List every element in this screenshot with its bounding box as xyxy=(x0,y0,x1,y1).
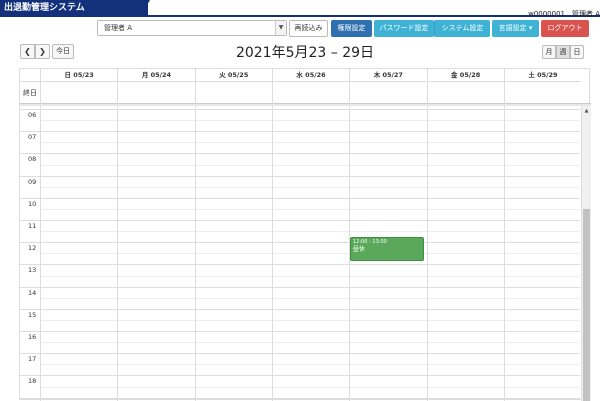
user-info: w0000001 管理者 A xyxy=(528,10,600,18)
half-hour-line xyxy=(40,364,580,366)
hour-line xyxy=(20,109,580,110)
hour-line xyxy=(20,331,580,332)
hour-label: 12 xyxy=(28,244,37,253)
reload-button[interactable]: 再読込み xyxy=(289,20,328,37)
allday-cell[interactable] xyxy=(117,82,194,104)
allday-cell[interactable] xyxy=(40,82,117,104)
hour-line xyxy=(20,286,580,288)
day-header: 火 05/25 xyxy=(194,69,272,82)
week-calendar-grid: 日 05/23 月 05/24 火 05/25 水 05/26 木 05/27 金 05/… xyxy=(19,68,591,401)
calendar-title: 2021年5月23 – 29日 xyxy=(235,45,375,61)
hour-label: 09 xyxy=(28,177,37,186)
hour-line xyxy=(20,175,580,177)
hour-line xyxy=(20,153,580,155)
half-hour-line xyxy=(40,208,580,210)
hour-label: 14 xyxy=(28,288,37,297)
password-settings-button[interactable]: パスワード設定 xyxy=(374,20,434,37)
hour-label: 17 xyxy=(28,355,37,364)
scroll-thumb[interactable] xyxy=(583,209,590,401)
half-hour-line xyxy=(40,319,580,321)
language-settings-button[interactable]: 言語設定 ▾ xyxy=(492,20,539,37)
hour-label: 18 xyxy=(28,377,37,386)
permission-settings-button[interactable]: 権限設定 xyxy=(331,20,372,37)
half-hour-line xyxy=(40,342,580,344)
hour-label: 10 xyxy=(28,199,37,208)
allday-cell[interactable] xyxy=(349,82,426,104)
hour-line xyxy=(20,264,580,266)
scroll-up-arrow-icon[interactable]: ▲ xyxy=(582,107,591,115)
system-settings-button[interactable]: システム設定 xyxy=(434,20,490,37)
allday-cell[interactable] xyxy=(271,82,349,104)
view-week-button[interactable]: 週 xyxy=(556,45,570,59)
hour-line xyxy=(20,220,580,221)
day-header: 日 05/23 xyxy=(40,69,118,82)
day-column-line xyxy=(271,106,273,401)
next-week-button[interactable]: ❯ xyxy=(35,44,50,59)
day-column-line xyxy=(426,106,428,401)
hour-label: 08 xyxy=(28,155,37,164)
today-button[interactable]: 今日 xyxy=(52,44,74,59)
hour-line xyxy=(20,353,580,355)
day-column-line xyxy=(503,106,505,401)
hour-label: 16 xyxy=(28,333,37,341)
half-hour-line xyxy=(40,142,580,144)
hour-line xyxy=(20,242,580,244)
day-column-line xyxy=(40,106,41,401)
gutter-header xyxy=(20,69,40,82)
hour-label: 11 xyxy=(28,222,37,230)
chevron-down-icon[interactable]: ▼ xyxy=(275,21,286,35)
half-hour-line xyxy=(40,231,580,233)
time-grid-scrollbar[interactable]: ▲ xyxy=(581,106,591,401)
event-time: 12:00 - 13:00 xyxy=(353,239,387,245)
allday-cell[interactable] xyxy=(426,82,504,104)
hour-label: 15 xyxy=(28,310,37,319)
half-hour-line xyxy=(40,253,580,255)
time-grid[interactable]: 1918171615141312111009080706 12:00 - 13:… xyxy=(20,106,591,401)
hour-line xyxy=(20,308,580,310)
half-hour-line xyxy=(40,186,580,188)
day-column-line xyxy=(117,106,119,401)
allday-cell[interactable] xyxy=(194,82,272,104)
hour-label: 13 xyxy=(28,266,37,275)
hour-line xyxy=(20,197,580,199)
allday-label: 終日 xyxy=(23,89,37,97)
prev-week-button[interactable]: ❮ xyxy=(20,44,35,59)
day-header: 金 05/28 xyxy=(426,69,504,82)
user-select[interactable]: 管理者 A ▼ xyxy=(97,20,287,36)
half-hour-line xyxy=(40,164,580,166)
half-hour-line xyxy=(40,275,580,277)
view-day-button[interactable]: 日 xyxy=(570,45,584,59)
day-column-line xyxy=(194,106,196,401)
half-hour-line xyxy=(40,297,580,299)
user-select-value: 管理者 A xyxy=(104,24,133,32)
hour-label: 06 xyxy=(28,111,37,119)
hour-line xyxy=(20,375,580,377)
hour-line xyxy=(20,397,580,399)
day-header: 月 05/24 xyxy=(117,69,195,82)
day-header: 木 05/27 xyxy=(349,69,427,82)
day-header: 水 05/26 xyxy=(271,69,350,82)
hour-line xyxy=(20,131,580,133)
header-divider xyxy=(0,15,600,17)
view-month-button[interactable]: 月 xyxy=(542,45,556,59)
logout-button[interactable]: ログアウト xyxy=(541,20,589,37)
half-hour-line xyxy=(40,386,580,388)
allday-cell[interactable] xyxy=(503,82,581,104)
day-header: 土 05/29 xyxy=(503,69,582,82)
event-title: 昼休 xyxy=(353,246,366,253)
half-hour-line xyxy=(40,120,580,122)
hour-label: 07 xyxy=(28,133,37,142)
calendar-event[interactable]: 12:00 - 13:00 昼休 xyxy=(350,237,424,261)
